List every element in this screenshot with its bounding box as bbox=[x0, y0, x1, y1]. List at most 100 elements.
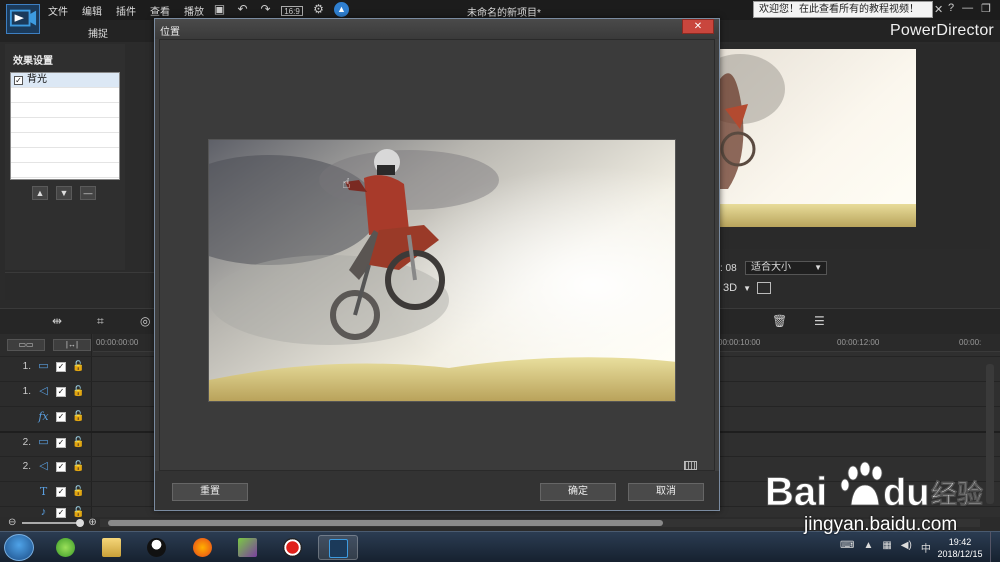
ok-button[interactable]: 确定 bbox=[540, 483, 616, 501]
fit-size-label: 适合大小 bbox=[751, 262, 791, 273]
save-icon[interactable]: ▣ bbox=[212, 2, 227, 17]
storyboard-view-button[interactable]: ▭▭ bbox=[7, 339, 45, 351]
track-enable-checkbox[interactable]: ✓ bbox=[56, 461, 66, 472]
menu-plugins[interactable]: 插件 bbox=[116, 3, 136, 18]
preview-video-frame bbox=[720, 49, 916, 227]
track-number: 2. bbox=[22, 461, 31, 472]
timeline-vertical-scrollbar[interactable] bbox=[986, 364, 994, 504]
effect-label: 背光 bbox=[27, 74, 47, 85]
menu-view[interactable]: 查看 bbox=[150, 3, 170, 18]
show-desktop-button[interactable] bbox=[990, 532, 1000, 562]
video-track-icon: ▭ bbox=[38, 360, 49, 372]
taskbar-app-firefox[interactable] bbox=[182, 535, 222, 560]
chevron-down-icon: ▼ bbox=[743, 284, 752, 293]
video-track-icon: ▭ bbox=[38, 436, 49, 448]
dialog-footer: 重置 确定 取消 bbox=[155, 471, 719, 510]
lock-icon[interactable]: 🔓 bbox=[72, 437, 84, 448]
lock-icon[interactable]: 🔓 bbox=[72, 461, 84, 472]
input-method-icon[interactable]: 中 bbox=[921, 540, 931, 555]
panel-divider bbox=[5, 272, 157, 300]
list-item[interactable]: ✓ 背光 bbox=[11, 73, 119, 88]
safe-zone-grid-icon[interactable] bbox=[684, 461, 697, 470]
effect-checkbox[interactable]: ✓ bbox=[14, 75, 23, 85]
lock-icon[interactable]: 🔓 bbox=[72, 361, 84, 372]
popout-preview-icon[interactable] bbox=[757, 282, 771, 294]
lock-icon[interactable]: 🔓 bbox=[72, 411, 84, 422]
taskbar-app-recorder[interactable] bbox=[272, 535, 312, 560]
track-enable-checkbox[interactable]: ✓ bbox=[56, 411, 66, 422]
window-controls: ? — ❐ ✕ bbox=[948, 2, 1000, 15]
dialog-titlebar[interactable]: 位置 ✕ bbox=[155, 19, 719, 39]
start-button[interactable] bbox=[4, 534, 34, 561]
lock-icon[interactable]: 🔓 bbox=[72, 486, 84, 497]
taskbar-app-powerdirector[interactable] bbox=[318, 535, 358, 560]
scrollbar-thumb[interactable] bbox=[108, 520, 663, 526]
brand-title: PowerDirector bbox=[890, 22, 994, 39]
title-bar: 文件 编辑 插件 查看 播放 ▣ ↶ ↷ 16:9 ⚙ ▲ 未命名的新项目* 欢… bbox=[0, 0, 1000, 20]
network-icon[interactable]: ▦ bbox=[882, 540, 891, 555]
ruler-label: 00:00:00:00 bbox=[96, 338, 139, 347]
effect-settings-panel: 效果设置 ✓ 背光 ▲ ▼ — bbox=[5, 44, 125, 270]
audio-track-icon: ◁ bbox=[39, 385, 48, 397]
clip-list-icon[interactable]: ☰ bbox=[814, 314, 825, 328]
3d-mode-toggle[interactable]: 3D ▼ bbox=[723, 282, 751, 294]
delete-icon[interactable]: 🗑 bbox=[772, 314, 787, 328]
fit-timeline-button[interactable]: |↔| bbox=[53, 339, 91, 351]
taskbar-app-360[interactable] bbox=[45, 535, 85, 560]
menu-play[interactable]: 播放 bbox=[184, 3, 204, 18]
zoom-out-icon[interactable]: ⊖ bbox=[8, 517, 16, 528]
window-title: 未命名的新项目* bbox=[467, 8, 541, 19]
list-item bbox=[11, 103, 119, 118]
cancel-button[interactable]: 取消 bbox=[628, 483, 704, 501]
aspect-ratio-icon[interactable]: 16:9 bbox=[281, 5, 303, 16]
taskbar-app-explorer[interactable] bbox=[91, 535, 131, 560]
zoom-slider[interactable] bbox=[22, 518, 85, 527]
title-track-icon: T bbox=[39, 485, 48, 498]
tab-capture[interactable]: 捕捉 bbox=[88, 25, 108, 40]
track-enable-checkbox[interactable]: ✓ bbox=[56, 386, 66, 397]
remove-effect-button[interactable]: — bbox=[80, 186, 96, 200]
welcome-banner[interactable]: 欢迎您！在此查看所有的教程视频！ bbox=[753, 1, 933, 18]
list-item bbox=[11, 133, 119, 148]
crop-icon[interactable]: ⌗ bbox=[97, 314, 104, 329]
zoom-in-icon[interactable]: ⊕ bbox=[88, 517, 96, 528]
zoom-slider-knob[interactable] bbox=[76, 518, 85, 527]
powerdirector-window: 文件 编辑 插件 查看 播放 ▣ ↶ ↷ 16:9 ⚙ ▲ 未命名的新项目* 欢… bbox=[0, 0, 1000, 562]
taskbar-app-qq[interactable] bbox=[136, 535, 176, 560]
help-icon[interactable]: ? bbox=[948, 2, 954, 15]
lock-icon[interactable]: 🔓 bbox=[72, 386, 84, 397]
keyboard-icon[interactable]: ⌨ bbox=[840, 540, 854, 555]
menu-edit[interactable]: 编辑 bbox=[82, 3, 102, 18]
taskbar-app-media[interactable] bbox=[227, 535, 267, 560]
restore-icon[interactable]: ❐ bbox=[981, 2, 991, 15]
position-preview-image[interactable] bbox=[208, 139, 676, 402]
hand-cursor-icon: ☝ bbox=[342, 175, 351, 191]
clock-time: 19:42 bbox=[948, 537, 972, 547]
fix-enhance-icon[interactable]: ◎ bbox=[140, 314, 150, 328]
dialog-close-button[interactable]: ✕ bbox=[682, 19, 714, 34]
reset-button[interactable]: 重置 bbox=[172, 483, 248, 501]
welcome-close-icon[interactable]: ✕ bbox=[934, 3, 943, 16]
settings-icon[interactable]: ⚙ bbox=[311, 2, 326, 17]
system-clock[interactable]: 19:42 2018/12/15 bbox=[935, 536, 985, 560]
fit-size-dropdown[interactable]: 适合大小 ▼ bbox=[745, 261, 827, 275]
track-enable-checkbox[interactable]: ✓ bbox=[56, 507, 66, 518]
upgrade-icon[interactable]: ▲ bbox=[334, 2, 349, 17]
volume-icon[interactable]: ◀) bbox=[901, 540, 912, 555]
move-down-button[interactable]: ▼ bbox=[56, 186, 72, 200]
timeline-view-buttons: ▭▭ |↔| bbox=[7, 339, 91, 351]
minimize-icon[interactable]: — bbox=[962, 2, 973, 15]
chevron-down-icon: ▼ bbox=[814, 263, 822, 272]
ruler-label: 00:00: bbox=[959, 338, 982, 347]
list-item bbox=[11, 148, 119, 163]
track-enable-checkbox[interactable]: ✓ bbox=[56, 486, 66, 497]
split-icon[interactable]: ⇹ bbox=[52, 314, 62, 328]
track-enable-checkbox[interactable]: ✓ bbox=[56, 437, 66, 448]
move-up-button[interactable]: ▲ bbox=[32, 186, 48, 200]
redo-icon[interactable]: ↷ bbox=[258, 2, 273, 17]
quick-toolbar: ▣ ↶ ↷ 16:9 ⚙ ▲ bbox=[212, 2, 349, 17]
undo-icon[interactable]: ↶ bbox=[235, 2, 250, 17]
menu-file[interactable]: 文件 bbox=[48, 3, 68, 18]
track-enable-checkbox[interactable]: ✓ bbox=[56, 361, 66, 372]
notification-icon[interactable]: ▲ bbox=[863, 540, 873, 555]
